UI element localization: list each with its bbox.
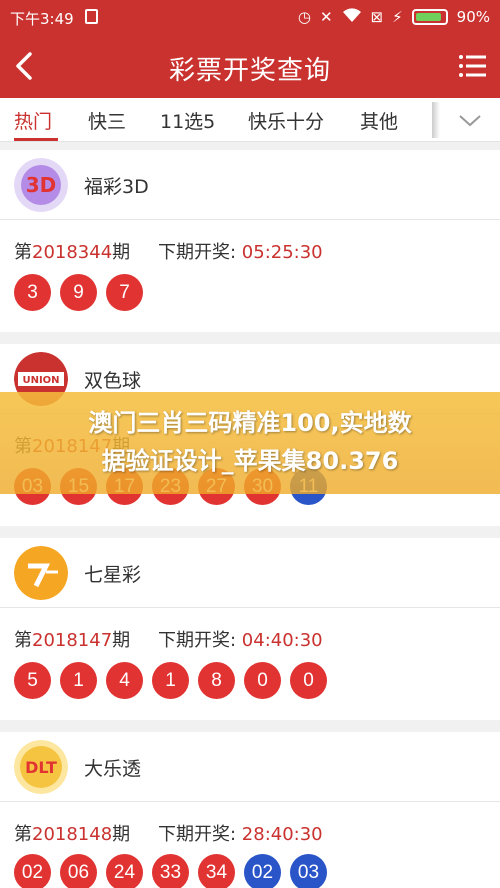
wifi-icon [342,7,362,27]
tab-kuai3[interactable]: 快三 [88,107,126,134]
svg-text:UNION: UNION [22,375,59,386]
svg-text:3D: 3D [26,173,57,197]
next-draw: 下期开奖: 28:40:30 [158,820,323,846]
title-bar: 彩票开奖查询 [0,34,500,98]
ball: 0 [244,662,281,699]
ball: 5 [14,662,51,699]
category-tabs: 热门 快三 11选5 快乐十分 其他 [0,98,500,142]
next-draw-time: 05:25:30 [241,242,323,263]
banner-text: 澳门三肖三码精准100,实地数 据验证设计_苹果集80.376 [0,404,500,480]
tab-hot[interactable]: 热门 [14,107,52,134]
ball: 1 [152,662,189,699]
lottery-header: 七星彩 [0,538,500,608]
issue-prefix: 第 [14,630,32,651]
lottery-card-qxc[interactable]: 七星彩 第2018147期 下期开奖: 04:40:30 5 1 4 1 8 0… [0,538,500,720]
fc3d-logo-icon: 3D [14,158,68,212]
next-draw-label: 下期开奖: [158,630,242,651]
mute-icon: ✕ [319,8,333,26]
lottery-name: 福彩3D [84,176,149,198]
next-draw-time: 04:40:30 [241,630,323,651]
sim-x-icon: ⊠ [370,8,384,26]
issue-number: 2018148 [32,824,113,845]
next-draw-time: 28:40:30 [241,824,323,845]
issue-suffix: 期 [112,630,131,651]
issue-suffix: 期 [112,242,131,263]
ball: 24 [106,854,143,888]
lottery-header: 3D 福彩3D [0,150,500,220]
ball: 8 [198,662,235,699]
menu-list-icon[interactable] [458,52,486,80]
ball: 33 [152,854,189,888]
next-draw-label: 下期开奖: [158,824,242,845]
tab-kuaile10[interactable]: 快乐十分 [248,107,324,134]
dlt-logo-icon: DLT [14,740,68,794]
sim-card-icon [85,9,98,24]
issue-suffix: 期 [112,824,131,845]
issue-info: 第2018344期 下期开奖: 05:25:30 [14,238,323,264]
banner-line-2: 据验证设计_苹果集80.376 [101,447,399,475]
ball: 02 [244,854,281,888]
tab-other[interactable]: 其他 [360,107,398,134]
page-title: 彩票开奖查询 [168,56,331,86]
status-time: 下午3:49 [10,10,74,28]
ball: 4 [106,662,143,699]
ball: 1 [60,662,97,699]
issue-prefix: 第 [14,824,32,845]
chevron-down-icon[interactable] [452,108,488,132]
next-draw-label: 下期开奖: [158,242,242,263]
tab-11x5[interactable]: 11选5 [160,107,215,134]
issue-info: 第2018148期 下期开奖: 28:40:30 [14,820,323,846]
ball: 34 [198,854,235,888]
issue-number: 2018344 [32,242,113,263]
next-draw: 下期开奖: 05:25:30 [158,238,323,264]
issue-prefix: 第 [14,242,32,263]
lottery-card-fc3d[interactable]: 3D 福彩3D 第2018344期 下期开奖: 05:25:30 3 9 7 [0,150,500,332]
overlay-banner: 澳门三肖三码精准100,实地数 据验证设计_苹果集80.376 [0,392,500,494]
svg-text:DLT: DLT [25,758,57,777]
banner-line-1: 澳门三肖三码精准100,实地数 [88,409,412,437]
tabs-fade [432,102,440,138]
status-icons: ◷ ✕ ⊠ ⚡ 90% [298,7,490,27]
charging-icon: ⚡ [392,8,403,26]
ball: 02 [14,854,51,888]
ball: 9 [60,274,97,311]
ball: 0 [290,662,327,699]
lottery-name: 双色球 [84,370,142,392]
battery-percent: 90% [456,8,490,26]
ball: 7 [106,274,143,311]
active-tab-indicator [14,138,58,141]
issue-number: 2018147 [32,630,113,651]
ball: 3 [14,274,51,311]
ball: 06 [60,854,97,888]
issue-info: 第2018147期 下期开奖: 04:40:30 [14,626,323,652]
qxc-logo-icon [14,546,68,600]
alarm-icon: ◷ [297,8,311,26]
lottery-card-dlt[interactable]: DLT 大乐透 第2018148期 下期开奖: 28:40:30 02 06 2… [0,732,500,888]
ball: 03 [290,854,327,888]
battery-icon [411,9,448,25]
lottery-name: 七星彩 [84,564,142,586]
lottery-name: 大乐透 [84,758,142,780]
status-bar: 下午3:49 ◷ ✕ ⊠ ⚡ 90% [0,0,500,34]
next-draw: 下期开奖: 04:40:30 [158,626,323,652]
lottery-header: DLT 大乐透 [0,732,500,802]
